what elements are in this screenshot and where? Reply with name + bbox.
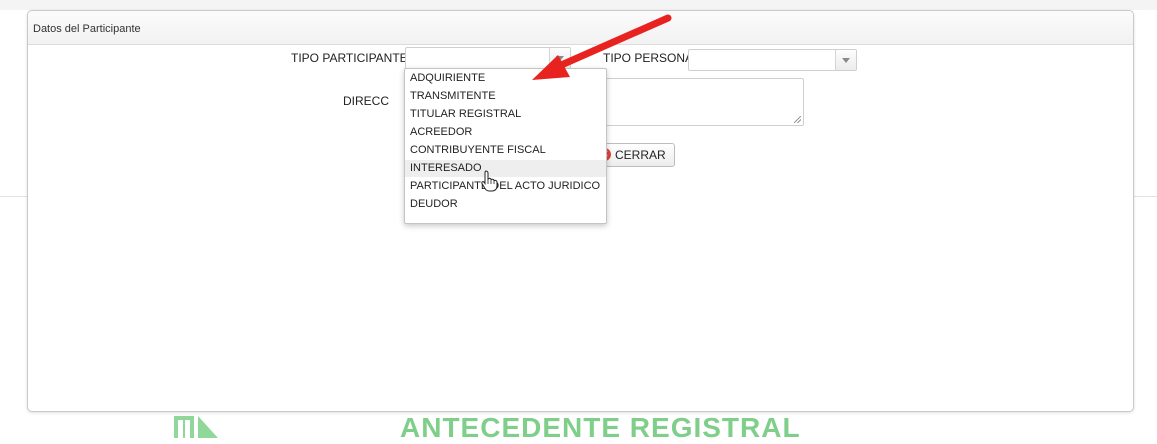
dropdown-option[interactable]: ACREEDOR [405, 124, 606, 141]
cerrar-button-label: CERRAR [615, 148, 666, 162]
dropdown-option[interactable]: PARTICIPANTE DEL ACTO JURIDICO [405, 178, 606, 195]
tipo-participante-dropdown-list: ADQUIRIENTE TRANSMITENTE TITULAR REGISTR… [404, 68, 607, 224]
background-page-top [0, 0, 1157, 10]
dropdown-option[interactable]: TRANSMITENTE [405, 88, 606, 105]
tipo-persona-select[interactable] [688, 49, 857, 71]
resize-grip-icon[interactable] [794, 116, 801, 123]
red-arrow-icon [532, 14, 672, 80]
dropdown-option[interactable]: TITULAR REGISTRAL [405, 106, 606, 123]
background-logo-icon [174, 416, 218, 438]
direccion-textarea[interactable] [576, 78, 804, 126]
dropdown-option[interactable]: CONTRIBUYENTE FISCAL [405, 142, 606, 159]
panel-title: Datos del Participante [33, 23, 141, 35]
tipo-persona-dropdown-button[interactable] [835, 50, 856, 70]
chevron-down-icon [842, 58, 850, 63]
direccion-label: DIRECC [343, 94, 390, 108]
tipo-participante-label: TIPO PARTICIPANTE [291, 51, 408, 65]
hand-pointer-icon [481, 170, 498, 192]
dropdown-option[interactable]: DEUDOR [405, 196, 606, 213]
dropdown-option-hovered[interactable]: INTERESADO [405, 160, 606, 177]
background-heading: ANTECEDENTE REGISTRAL [400, 412, 801, 443]
